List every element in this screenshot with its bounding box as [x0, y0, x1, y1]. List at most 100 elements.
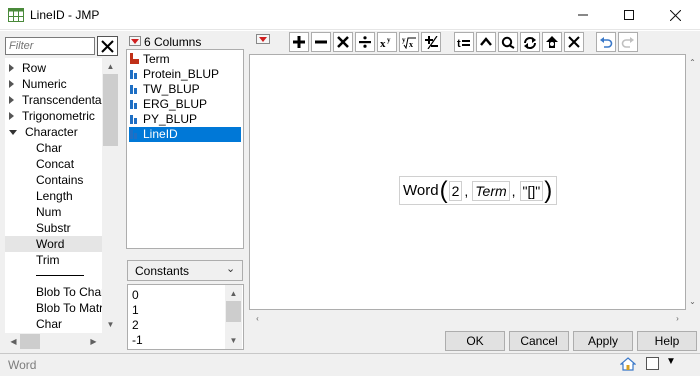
plus-minus-button[interactable]	[421, 32, 441, 52]
scroll-right-icon[interactable]: ▶	[85, 333, 102, 350]
swap-button[interactable]	[520, 32, 540, 52]
function-item-char[interactable]: Char	[36, 140, 62, 156]
constants-dropdown-label: Constants	[135, 264, 190, 278]
function-group-character[interactable]: Character	[9, 124, 78, 140]
constant-item[interactable]: -1	[132, 333, 143, 348]
column-item-py-blup[interactable]: PY_BLUP	[129, 112, 197, 127]
function-item-concat[interactable]: Concat	[36, 156, 74, 172]
numeric-column-icon	[129, 128, 139, 139]
redo-icon	[621, 37, 634, 48]
constant-item[interactable]: 0	[132, 288, 139, 303]
unary-button[interactable]	[542, 32, 562, 52]
assign-button[interactable]: t	[454, 32, 474, 52]
column-item-term[interactable]: Term	[129, 52, 170, 67]
root-icon: yx	[402, 36, 416, 49]
scroll-up-icon[interactable]: ▲	[102, 58, 119, 75]
minimize-icon	[578, 14, 588, 16]
scroll-up-icon[interactable]: ⌃	[684, 54, 700, 71]
constant-item[interactable]: 1	[132, 303, 139, 318]
formula-hscroll[interactable]: ‹ ›	[249, 310, 686, 327]
add-button[interactable]	[289, 32, 309, 52]
numeric-column-icon	[129, 113, 139, 124]
numeric-column-icon	[129, 68, 139, 79]
close-button[interactable]	[652, 0, 698, 30]
home-icon[interactable]	[620, 357, 636, 371]
function-filter-input[interactable]	[5, 37, 95, 55]
column-item-lineid[interactable]: LineID	[129, 127, 241, 142]
subtract-button[interactable]	[311, 32, 331, 52]
function-item-trim[interactable]: Trim	[36, 252, 60, 268]
collapse-arrow-icon	[9, 130, 17, 135]
red-triangle-icon	[131, 38, 139, 44]
formula-arg-2[interactable]: Term	[472, 180, 510, 201]
function-item-blob-to-char[interactable]: Blob To Char	[36, 284, 102, 300]
close-paren: )	[544, 176, 553, 204]
columns-menu-button[interactable]	[129, 36, 141, 46]
redo-button[interactable]	[618, 32, 638, 52]
raise-button[interactable]	[476, 32, 496, 52]
function-list-hscroll-thumb[interactable]	[20, 334, 40, 349]
swap-icon	[524, 36, 536, 49]
power-button[interactable]: xy	[377, 32, 397, 52]
column-item-protein-blup[interactable]: Protein_BLUP	[129, 67, 219, 82]
formula-vscroll[interactable]: ⌃ ⌄	[686, 54, 700, 310]
function-item-num[interactable]: Num	[36, 204, 61, 220]
delete-button[interactable]	[564, 32, 584, 52]
function-group-row[interactable]: Row	[9, 60, 46, 76]
plus-minus-icon	[425, 35, 438, 49]
function-item-substr[interactable]: Substr	[36, 220, 71, 236]
open-paren: (	[439, 176, 448, 204]
red-triangle-icon	[259, 36, 267, 42]
scroll-right-icon[interactable]: ›	[669, 310, 686, 327]
function-group-trigonometric[interactable]: Trigonometric	[9, 108, 95, 124]
scroll-up-icon[interactable]: ▲	[225, 285, 242, 302]
help-button[interactable]: Help	[637, 331, 697, 351]
chevron-down-icon: ⌄	[226, 263, 236, 275]
window-list-icon[interactable]	[646, 357, 659, 370]
formula-arg-3[interactable]: "[]"	[519, 180, 544, 201]
svg-text:x: x	[380, 38, 386, 48]
apply-button[interactable]: Apply	[573, 331, 633, 351]
function-list-vscroll-thumb[interactable]	[103, 74, 118, 146]
arg-separator: ,	[464, 182, 469, 199]
jmp-table-icon	[8, 8, 24, 22]
cancel-button[interactable]: Cancel	[509, 331, 569, 351]
formula-arg-1[interactable]: 2	[448, 180, 463, 201]
function-item-contains[interactable]: Contains	[36, 172, 83, 188]
expand-arrow-icon	[9, 80, 14, 88]
scroll-down-icon[interactable]: ⌄	[684, 293, 700, 310]
formula-expression[interactable]: Word ( 2 , Term , "[]" )	[399, 176, 558, 205]
constant-item[interactable]: 2	[132, 318, 139, 333]
column-item-erg-blup[interactable]: ERG_BLUP	[129, 97, 207, 112]
divide-button[interactable]	[355, 32, 375, 52]
chevron-down-icon[interactable]: ▼	[666, 356, 676, 367]
function-item-length[interactable]: Length	[36, 188, 73, 204]
function-item-char-2[interactable]: Char	[36, 316, 62, 332]
formula-menu-button[interactable]	[256, 34, 270, 44]
svg-text:t: t	[457, 38, 461, 48]
root-button[interactable]: yx	[399, 32, 419, 52]
function-group-transcendental[interactable]: Transcendental	[9, 92, 102, 108]
character-column-icon	[129, 53, 139, 64]
divide-icon	[359, 36, 371, 48]
svg-text:x: x	[409, 40, 413, 49]
undo-button[interactable]	[596, 32, 616, 52]
close-icon	[568, 36, 580, 48]
function-name[interactable]: Word	[403, 182, 439, 199]
columns-header: 6 Columns	[144, 35, 202, 49]
scroll-left-icon[interactable]: ‹	[249, 310, 266, 327]
ok-button[interactable]: OK	[445, 331, 505, 351]
maximize-button[interactable]	[606, 0, 652, 30]
clear-filter-button[interactable]	[97, 36, 118, 56]
multiply-button[interactable]	[333, 32, 353, 52]
function-group-numeric[interactable]: Numeric	[9, 76, 67, 92]
peel-button[interactable]	[498, 32, 518, 52]
minimize-button[interactable]	[560, 0, 606, 30]
scroll-down-icon[interactable]: ▼	[225, 332, 242, 349]
function-item-word[interactable]: Word	[5, 236, 102, 252]
minus-icon	[315, 40, 327, 44]
scroll-down-icon[interactable]: ▼	[102, 316, 119, 333]
constants-vscroll-thumb[interactable]	[226, 301, 241, 322]
column-item-tw-blup[interactable]: TW_BLUP	[129, 82, 200, 97]
function-item-blob-to-matrix[interactable]: Blob To Matrix	[36, 300, 102, 316]
